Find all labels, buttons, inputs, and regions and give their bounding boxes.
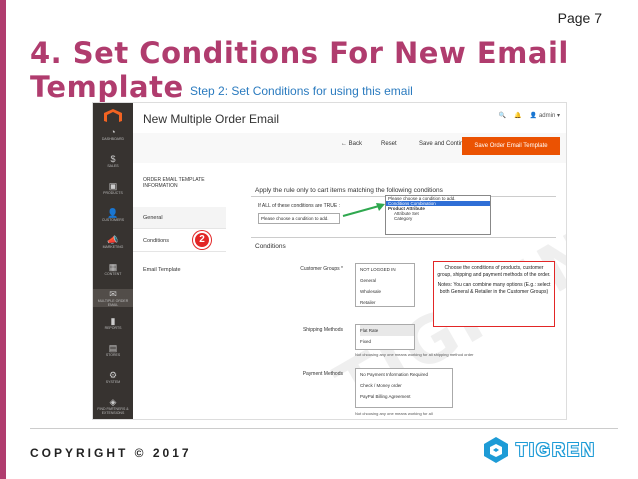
shipping-methods-list[interactable]: Flat Rate Fixed [355, 324, 415, 350]
copyright: COPYRIGHT © 2017 [30, 446, 192, 460]
payment-methods-label: Payment Methods [302, 371, 343, 377]
sidebar-item-label: DASHBOARD [101, 137, 125, 141]
payment-note: Not choosing any one means working for a… [355, 411, 433, 416]
user-menu[interactable]: 👤 admin ▾ [530, 112, 560, 119]
main-area: New Multiple Order Email 🔍 🔔 👤 admin ▾ ←… [133, 103, 566, 419]
divider [251, 237, 556, 238]
shipping-methods-label: Shipping Methods [302, 327, 343, 333]
sidebar-item-label: REPORTS [104, 326, 122, 330]
email-template-link[interactable]: Email Template [143, 267, 181, 273]
products-icon: ▣ [108, 181, 118, 191]
notification-icon[interactable]: 🔔 [514, 112, 521, 119]
list-option[interactable]: Check / Money order [360, 380, 452, 391]
sidebar-item-stores[interactable]: ▤ STORES [93, 343, 133, 357]
admin-header-tools: 🔍 🔔 👤 admin ▾ [499, 112, 560, 119]
rule-text: If ALL of these conditions are TRUE : [258, 203, 340, 209]
sidebar-item-sales[interactable]: $ SALES [93, 154, 133, 168]
sidebar-item-label: STORES [105, 353, 121, 357]
apply-heading: Apply the rule only to cart items matchi… [255, 187, 443, 194]
sidebar-item-products[interactable]: ▣ PRODUCTS [93, 181, 133, 195]
sidebar-item-label: MULTIPLE ORDER EMAIL [97, 299, 129, 307]
list-option[interactable]: General [360, 275, 414, 286]
tab-conditions[interactable]: Conditions [133, 230, 226, 252]
condition-select[interactable]: Please choose a condition to add. [258, 213, 340, 224]
accent-bar [0, 0, 6, 479]
step-subtitle: Step 2: Set Conditions for using this em… [190, 84, 413, 98]
sidebar-item-label: MARKETING [102, 245, 124, 249]
find-partners-icon: ◈ [109, 397, 117, 407]
search-icon[interactable]: 🔍 [499, 112, 506, 119]
customers-icon: 👤 [107, 208, 119, 218]
sales-icon: $ [110, 154, 116, 164]
user-icon: 👤 [529, 113, 539, 119]
reports-icon: ▮ [110, 316, 116, 326]
customer-groups-label: Customer Groups * [300, 266, 343, 272]
back-button[interactable]: ← Back [341, 141, 362, 147]
payment-methods-list[interactable]: No Payment Information Required Check / M… [355, 368, 453, 408]
list-option[interactable]: Flat Rate [360, 325, 414, 336]
step-badge: 2 [193, 231, 211, 249]
sidebar-item-label: SALES [107, 164, 119, 168]
sidebar-item-label: CUSTOMERS [101, 218, 125, 222]
sidebar-item-content[interactable]: ▦ CONTENT [93, 262, 133, 276]
dashboard-icon: ◔ [110, 127, 116, 137]
list-option[interactable]: PayPal Billing Agreement [360, 391, 452, 402]
list-option[interactable]: No Payment Information Required [360, 369, 452, 380]
sidebar-item-reports[interactable]: ▮ REPORTS [93, 316, 133, 330]
admin-sidebar: ◔ DASHBOARD $ SALES ▣ PRODUCTS 👤 CUSTOMERS 📣 MARK… [93, 103, 133, 419]
system-icon: ⚙ [108, 370, 118, 380]
dropdown-option[interactable]: Category [386, 216, 490, 221]
list-option[interactable]: Retailer [360, 297, 414, 308]
multiple-order-email-icon: ✉ [109, 289, 117, 299]
sidebar-item-label: CONTENT [104, 272, 122, 276]
marketing-icon: 📣 [107, 235, 119, 245]
reset-button[interactable]: Reset [381, 141, 397, 147]
brand-name: TIGREN [516, 439, 597, 460]
tigren-logo-icon [484, 437, 508, 463]
arrow-icon [342, 203, 385, 217]
callout-note: Choose the conditions of products, custo… [433, 261, 555, 327]
footer-divider [30, 428, 618, 429]
admin-screenshot: ◔ DASHBOARD $ SALES ▣ PRODUCTS 👤 CUSTOMERS 📣 MARK… [92, 102, 567, 420]
sidebar-item-find-partners[interactable]: ◈ FIND PARTNERS & EXTENSIONS [93, 397, 133, 415]
list-option[interactable]: Fixed [360, 336, 414, 347]
sidebar-item-customers[interactable]: 👤 CUSTOMERS [93, 208, 133, 222]
list-option[interactable]: Wholesale [360, 286, 414, 297]
conditions-heading: Conditions [255, 243, 286, 250]
sidebar-item-dashboard[interactable]: ◔ DASHBOARD [93, 127, 133, 141]
shipping-note: Not choosing any one means working for a… [355, 352, 474, 357]
save-template-button[interactable]: Save Order Email Template [462, 137, 560, 155]
callout-text-2: Notes: You can combine many options (E.g… [437, 282, 551, 295]
page-number: Page 7 [557, 10, 602, 26]
magento-logo-icon [104, 109, 122, 122]
user-name: admin ▾ [538, 113, 560, 119]
sidebar-item-label: SYSTEM [105, 380, 121, 384]
sidebar-item-label: PRODUCTS [103, 191, 123, 195]
page-title: New Multiple Order Email [143, 112, 280, 126]
panel-title: ORDER EMAIL TEMPLATE INFORMATION [143, 177, 205, 189]
tab-general[interactable]: General [133, 207, 226, 229]
callout-text-1: Choose the conditions of products, custo… [437, 265, 551, 278]
stores-icon: ▤ [108, 343, 118, 353]
sidebar-item-multiple-order-email[interactable]: ✉ MULTIPLE ORDER EMAIL [93, 289, 133, 307]
sidebar-item-system[interactable]: ⚙ SYSTEM [93, 370, 133, 384]
content-icon: ▦ [108, 262, 118, 272]
brand-logo: TIGREN [482, 436, 596, 464]
condition-dropdown[interactable]: Please choose a condition to add. Conditi… [385, 195, 491, 235]
customer-groups-list[interactable]: NOT LOGGED IN General Wholesale Retailer [355, 263, 415, 307]
sidebar-item-label: FIND PARTNERS & EXTENSIONS [97, 407, 129, 415]
sidebar-item-marketing[interactable]: 📣 MARKETING [93, 235, 133, 249]
list-option[interactable]: NOT LOGGED IN [360, 264, 414, 275]
